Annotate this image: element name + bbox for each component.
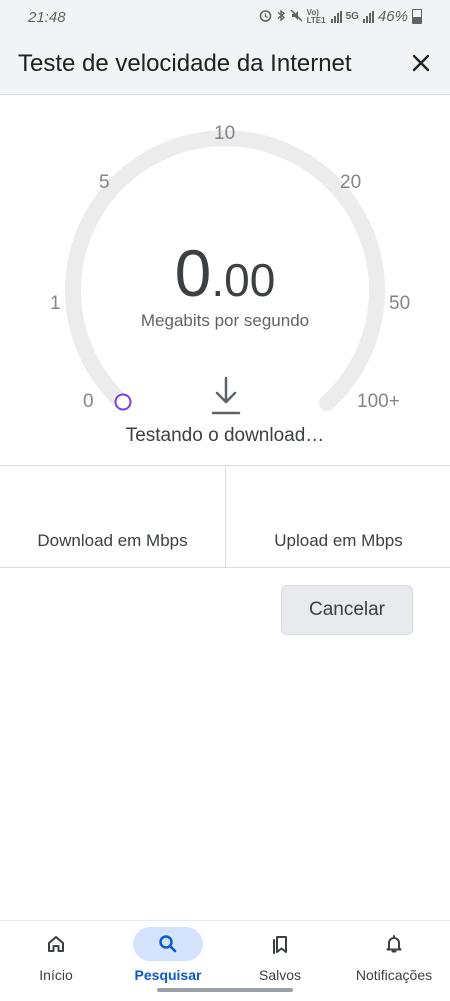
status-time: 21:48 xyxy=(28,9,66,26)
test-status: Testando o download… xyxy=(125,425,325,446)
bookmarks-icon xyxy=(273,936,287,954)
gauge-tick-20: 20 xyxy=(340,172,362,193)
nav-item-home[interactable]: Início xyxy=(0,921,112,1001)
gesture-bar[interactable] xyxy=(157,988,293,992)
speed-unit: Megabits por segundo xyxy=(140,311,310,330)
nav-item-notifications[interactable]: Notificações xyxy=(338,921,450,1001)
app-header: Teste de velocidade da Internet xyxy=(0,34,450,95)
nav-label-notifications: Notificações xyxy=(355,967,433,983)
close-icon xyxy=(412,54,430,72)
battery-icon xyxy=(412,9,422,24)
status-icons: Vo) LTE1 5G 46% xyxy=(259,8,422,25)
cancel-button[interactable]: Cancelar xyxy=(281,585,413,635)
nav-pill-notifications xyxy=(359,927,429,961)
upload-label: Upload em Mbps xyxy=(274,531,403,550)
speed-gauge: 0 1 5 10 20 50 100+ 0.00 Megabits por se… xyxy=(0,95,450,465)
nav-pill-search xyxy=(133,927,203,961)
signal-icon-2 xyxy=(362,10,374,23)
gauge-indicator xyxy=(114,393,132,411)
speed-integer: 0 xyxy=(174,236,212,310)
gauge-tick-0: 0 xyxy=(83,391,94,412)
gauge-tick-100: 100+ xyxy=(357,391,400,412)
download-icon xyxy=(211,376,241,415)
speed-decimal: .00 xyxy=(211,254,276,306)
volte-indicator: Vo) LTE1 xyxy=(306,7,326,25)
mute-icon xyxy=(290,9,303,25)
bell-icon xyxy=(386,935,402,953)
page-title: Teste de velocidade da Internet xyxy=(18,50,352,77)
nav-pill-saved xyxy=(245,927,315,961)
bluetooth-icon xyxy=(276,9,286,25)
speed-value: 0.00 xyxy=(0,235,450,311)
alarm-icon xyxy=(259,9,272,25)
home-icon xyxy=(48,936,64,952)
gauge-tick-5: 5 xyxy=(99,172,110,193)
battery-percent: 46% xyxy=(377,8,408,25)
download-result: Download em Mbps xyxy=(0,466,225,567)
search-icon xyxy=(159,935,177,953)
nav-pill-home xyxy=(21,927,91,961)
download-label: Download em Mbps xyxy=(37,531,188,550)
signal-icon xyxy=(330,10,342,23)
gauge-tick-10: 10 xyxy=(214,123,236,144)
results-row: Download em Mbps Upload em Mbps xyxy=(0,465,450,568)
nav-label-home: Início xyxy=(39,967,73,983)
status-bar: 21:48 Vo) LTE1 5G 46% xyxy=(0,0,450,34)
upload-result: Upload em Mbps xyxy=(225,466,450,567)
network-indicator: 5G xyxy=(345,11,359,22)
close-button[interactable] xyxy=(406,48,436,78)
nav-label-search: Pesquisar xyxy=(134,967,202,983)
nav-label-saved: Salvos xyxy=(258,967,302,983)
